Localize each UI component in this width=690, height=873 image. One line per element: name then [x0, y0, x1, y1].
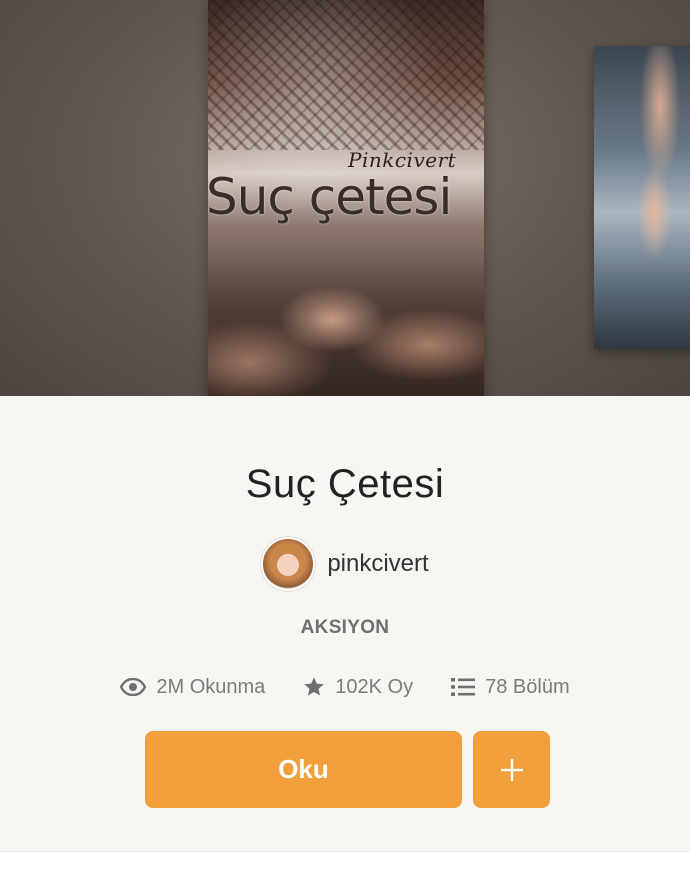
star-icon — [304, 677, 324, 696]
reads-stat: 2M Okunma — [120, 676, 265, 699]
votes-stat: 102K Oy — [303, 676, 413, 699]
parts-stat: 78 Bölüm — [451, 676, 570, 699]
cover-title-text: Suç çetesi — [208, 168, 452, 226]
cover-carousel[interactable]: Pinkcivert Suç çetesi — [0, 0, 690, 396]
plus-icon — [500, 758, 523, 781]
author-name[interactable]: pinkcivert — [327, 550, 428, 578]
book-cover: Pinkcivert Suç çetesi — [208, 0, 484, 396]
author-avatar[interactable] — [261, 537, 316, 591]
read-button[interactable]: Oku — [145, 731, 462, 808]
book-title: Suç Çetesi — [245, 462, 445, 506]
add-to-library-button[interactable] — [473, 731, 550, 808]
cover-artwork-bottom — [208, 243, 484, 396]
eye-icon — [120, 678, 147, 696]
adjacent-book-cover[interactable] — [594, 46, 690, 349]
genre-label[interactable]: AKSIYON — [0, 617, 690, 639]
list-icon — [451, 678, 476, 696]
action-buttons: Oku — [145, 731, 550, 808]
author-row[interactable]: pinkcivert — [0, 536, 690, 592]
description-card — [0, 851, 690, 873]
stats-row: 2M Okunma 102K Oy 78 Bölüm — [0, 670, 690, 704]
parts-count: 78 Bölüm — [485, 675, 570, 698]
cover-artwork-top — [208, 0, 484, 150]
reads-count: 2M Okunma — [156, 675, 266, 698]
votes-count: 102K Oy — [335, 675, 414, 698]
